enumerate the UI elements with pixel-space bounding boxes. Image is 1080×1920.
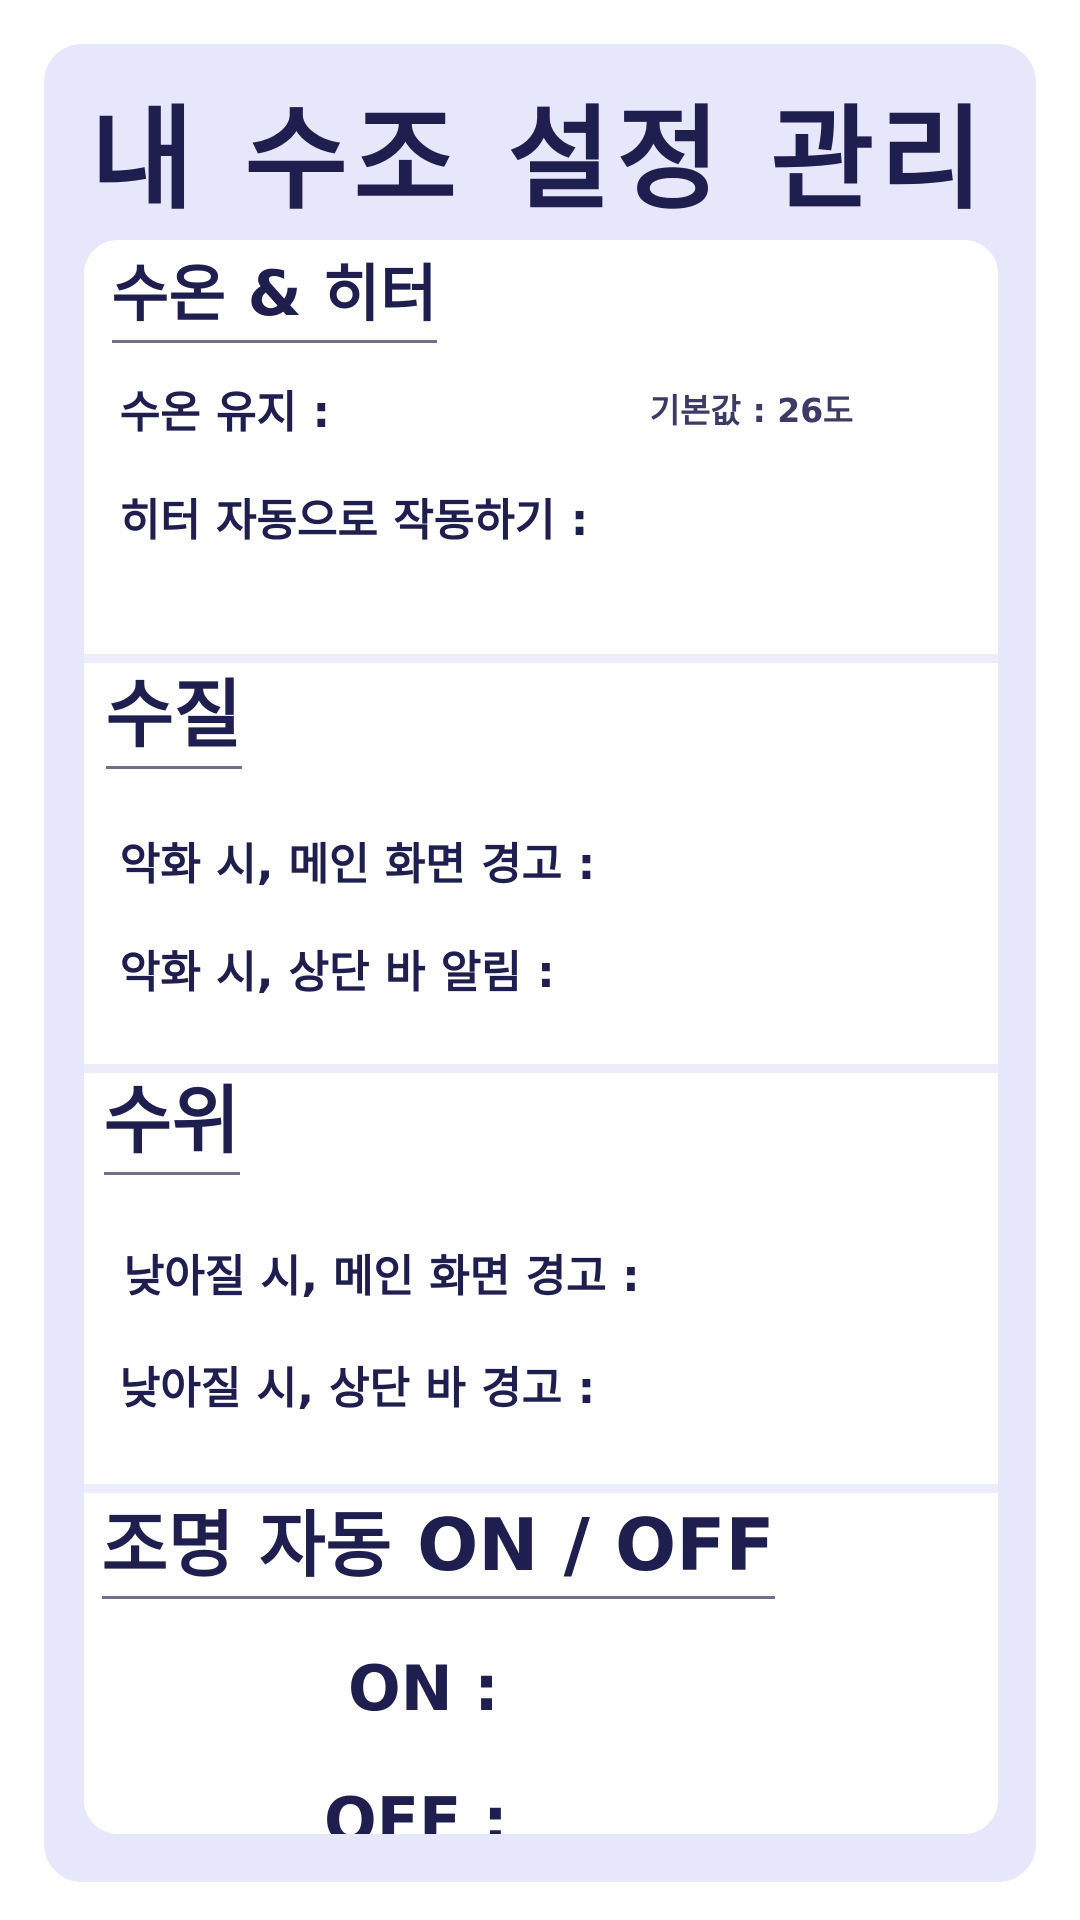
section-title-lighting: 조명 자동 ON / OFF — [102, 1504, 775, 1599]
section-title-water-level: 수위 — [104, 1080, 241, 1175]
default-temperature-value: 기본값 : 26도 — [650, 391, 854, 430]
lighting-off-label[interactable]: OFF : — [324, 1784, 508, 1834]
settings-card: 수온 & 히터 수온 유지 : 기본값 : 26도 히터 자동으로 작동하기 :… — [84, 240, 998, 1834]
page-title: 내 수조 설정 관리 — [90, 95, 990, 225]
section-title-temperature: 수온 & 히터 — [112, 258, 438, 343]
quality-bar-alert-label[interactable]: 악화 시, 상단 바 알림 : — [120, 936, 555, 1000]
keep-temperature-label[interactable]: 수온 유지 : — [120, 376, 330, 440]
section-title-water-quality: 수질 — [106, 674, 243, 769]
section-divider — [84, 1484, 998, 1493]
section-divider — [84, 654, 998, 663]
lighting-on-label[interactable]: ON : — [348, 1652, 499, 1725]
settings-frame: 내 수조 설정 관리 수온 & 히터 수온 유지 : 기본값 : 26도 히터 … — [44, 44, 1036, 1882]
section-divider — [84, 1064, 998, 1073]
quality-main-warning-label[interactable]: 악화 시, 메인 화면 경고 : — [120, 828, 595, 892]
level-main-warning-label[interactable]: 낮아질 시, 메인 화면 경고 : — [124, 1240, 640, 1304]
level-bar-warning-label[interactable]: 낮아질 시, 상단 바 경고 : — [120, 1352, 595, 1416]
heater-auto-label[interactable]: 히터 자동으로 작동하기 : — [120, 484, 588, 548]
